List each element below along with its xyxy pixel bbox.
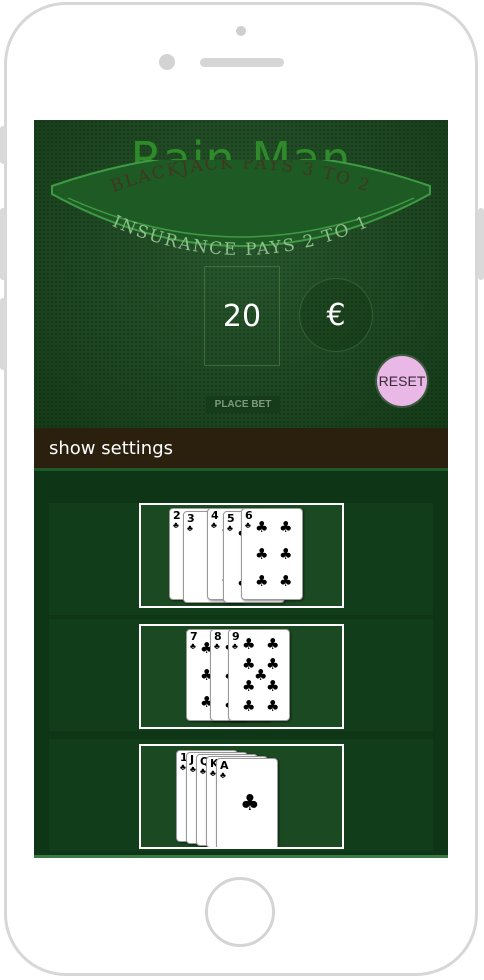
show-settings-bar[interactable]: show settings <box>34 428 448 468</box>
home-button[interactable] <box>205 877 275 947</box>
table-arc-banner: BLACKJACK PAYS 3 TO 2 INSURANCE PAYS 2 T… <box>51 160 431 260</box>
club-suit-icon: ♣ <box>245 520 251 530</box>
playing-card: 9 ♣ ♣ ♣ ♣ ♣ ♣ ♣ ♣ ♣ ♣ <box>228 629 290 721</box>
blackjack-table: Rain Man BLACKJACK PAYS 3 TO 2 INSURANCE… <box>34 120 448 428</box>
bet-box: 20 <box>204 266 280 366</box>
volume-up-button <box>0 208 6 280</box>
show-settings-label: show settings <box>49 437 174 459</box>
club-pip-icon: ♣ <box>255 545 269 563</box>
club-suit-icon: ♣ <box>227 523 233 533</box>
place-bet-label: PLACE BET <box>214 399 272 410</box>
club-pip-icon: ♣ <box>240 791 260 816</box>
club-suit-icon: ♣ <box>190 641 196 651</box>
earpiece-speaker <box>200 58 284 67</box>
club-pip-icon: ♣ <box>255 572 269 590</box>
front-camera <box>236 26 246 36</box>
club-suit-icon: ♣ <box>187 523 193 533</box>
club-suit-icon: ♣ <box>214 641 220 651</box>
reset-button[interactable]: RESET <box>377 356 427 406</box>
hand-frame[interactable]: 2♣♣♣3♣♣♣♣4♣♣♣♣♣5♣♣♣♣♣♣6♣♣♣♣♣♣♣ <box>139 503 344 608</box>
club-pip-icon: ♣ <box>279 545 293 563</box>
club-pip-icon: ♣ <box>266 635 280 654</box>
hand-frame[interactable]: 10♣♣♣♣♣♣♣♣♣♣♣J♣♣Q♣♣K♣♣A♣♣ <box>139 744 344 849</box>
club-pip-icon: ♣ <box>266 696 280 715</box>
club-pip-icon: ♣ <box>242 676 256 695</box>
playing-card: 6 ♣ ♣ ♣ ♣ ♣ ♣ ♣ <box>241 508 303 600</box>
reset-label: RESET <box>378 373 426 389</box>
game-screen: Rain Man BLACKJACK PAYS 3 TO 2 INSURANCE… <box>34 120 448 858</box>
club-pip-icon: ♣ <box>242 696 256 715</box>
club-suit-icon: ♣ <box>220 770 226 780</box>
club-suit-icon: ♣ <box>232 641 238 651</box>
hand-frame[interactable]: 7♣♣♣♣♣♣♣♣8♣♣♣♣♣♣♣♣♣9♣♣♣♣♣♣♣♣♣♣ <box>139 624 344 729</box>
mute-switch <box>0 126 6 164</box>
club-pip-icon: ♣ <box>266 655 280 674</box>
volume-down-button <box>0 298 6 370</box>
club-pip-icon: ♣ <box>279 518 293 536</box>
page: { "casino": { "name": "Rain Man" }, "tab… <box>0 0 484 980</box>
playing-card: A ♣ ♣ <box>216 758 278 847</box>
proximity-sensor <box>159 54 175 70</box>
euro-icon: € <box>326 297 346 333</box>
club-pip-icon: ♣ <box>279 572 293 590</box>
club-pip-icon: ♣ <box>255 518 269 536</box>
bet-amount: 20 <box>222 298 262 334</box>
club-pip-icon: ♣ <box>266 676 280 695</box>
club-pip-icon: ♣ <box>242 635 256 654</box>
power-button <box>478 208 484 280</box>
club-suit-icon: ♣ <box>211 520 217 530</box>
place-bet-button[interactable]: PLACE BET <box>206 396 280 413</box>
currency-chip[interactable]: € <box>299 278 373 352</box>
club-suit-icon: ♣ <box>173 520 179 530</box>
hands-area: 2♣♣♣3♣♣♣♣4♣♣♣♣♣5♣♣♣♣♣♣6♣♣♣♣♣♣♣ 7♣♣♣♣♣♣♣♣… <box>34 468 448 858</box>
bottom-strip <box>34 855 448 858</box>
